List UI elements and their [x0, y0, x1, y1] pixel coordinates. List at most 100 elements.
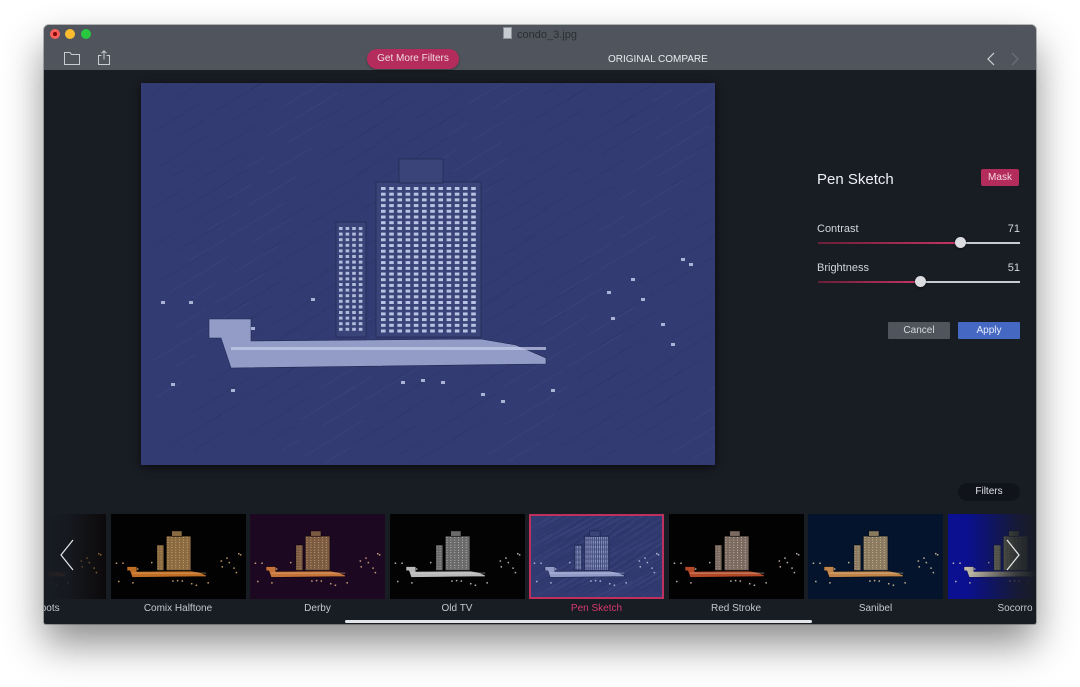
- preview-mark: [352, 260, 356, 264]
- preview-mark: [381, 226, 386, 230]
- preview-mark: [430, 232, 435, 236]
- tab-original[interactable]: ORIGINAL: [608, 54, 656, 66]
- slider-fill: [818, 281, 922, 283]
- chevron-left-icon[interactable]: [986, 52, 996, 66]
- thumbnail-mark: [879, 559, 881, 561]
- thumbnail-mark: [847, 561, 850, 564]
- preview-mark: [454, 266, 460, 270]
- thumbnail-mark: [589, 530, 601, 537]
- thumbnail-mark: [1023, 559, 1025, 561]
- preview-mark: [345, 311, 350, 314]
- thumbnail-mark: [879, 565, 881, 566]
- preview-mark: [397, 204, 402, 208]
- thumbnail-mark: [585, 543, 587, 545]
- thumbnail-mark: [174, 542, 176, 543]
- chevron-right-icon[interactable]: [1006, 539, 1020, 571]
- thumbnail-mark: [318, 565, 320, 566]
- chevron-right-icon[interactable]: [1010, 52, 1020, 66]
- thumbnail-mark: [600, 547, 602, 548]
- filters-button[interactable]: Filters: [958, 483, 1020, 501]
- strip-scrollbar[interactable]: [345, 620, 812, 623]
- thumbnail-mark: [1023, 547, 1025, 548]
- thumbnail-mark: [732, 559, 734, 561]
- thumbnail-mark: [1015, 537, 1017, 538]
- thumbnail-mark: [445, 559, 448, 561]
- mask-button[interactable]: Mask: [981, 169, 1019, 186]
- thumbnail-mark: [585, 563, 587, 565]
- thumbnail-mark: [436, 553, 437, 555]
- thumbnail-mark: [740, 549, 742, 551]
- thumbnail-mark: [589, 565, 591, 566]
- preview-mark: [463, 249, 468, 253]
- slider-thumb[interactable]: [915, 276, 927, 287]
- thumbnail-mark: [449, 559, 451, 561]
- thumbnail-mark: [465, 562, 467, 564]
- thumbnail-mark: [449, 567, 451, 569]
- thumbnail-mark: [879, 562, 881, 564]
- thumbnail-mark: [854, 560, 856, 562]
- preview-mark: [358, 277, 363, 281]
- preview-mark: [422, 221, 427, 225]
- tab-compare[interactable]: COMPARE: [658, 54, 708, 66]
- thumbnail-mark: [954, 580, 957, 583]
- brightness-slider[interactable]: [818, 276, 1020, 288]
- thumbnail-mark: [577, 563, 578, 565]
- thumbnail-mark: [732, 542, 734, 543]
- thumbnail-mark: [728, 562, 730, 564]
- apply-button[interactable]: Apply: [958, 322, 1020, 339]
- thumbnail-mark: [606, 567, 608, 569]
- thumbnail-mark: [457, 549, 459, 551]
- thumbnail-mark: [606, 537, 608, 538]
- thumbnail-mark: [589, 559, 591, 561]
- thumbnail-mark: [166, 557, 169, 559]
- thumbnail-mark: [598, 549, 601, 551]
- thumbnail-mark: [602, 563, 604, 565]
- preview-mark: [389, 312, 394, 316]
- preview-mark: [381, 215, 386, 219]
- slider-thumb[interactable]: [955, 237, 967, 248]
- preview-mark: [430, 289, 435, 293]
- thumbnail-mark: [883, 552, 885, 554]
- share-icon[interactable]: [98, 50, 110, 65]
- chevron-left-icon[interactable]: [60, 539, 74, 571]
- thumbnail-mark: [1003, 552, 1006, 554]
- preview-mark: [463, 187, 468, 190]
- folder-icon[interactable]: [64, 51, 80, 65]
- preview-mark: [430, 295, 435, 299]
- thumbnail-mark: [997, 556, 999, 557]
- thumbnail-mark: [325, 547, 327, 548]
- thumbnail-mark: [575, 554, 577, 556]
- thumbnail-mark: [598, 559, 601, 561]
- preview-mark: [422, 329, 427, 333]
- thumbnail-mark: [575, 558, 577, 560]
- thumbnail-mark: [1023, 542, 1025, 543]
- thumbnail-mark: [595, 556, 597, 557]
- preview-mark: [438, 283, 443, 287]
- thumbnail-mark: [932, 571, 935, 574]
- thumbnail-mark: [600, 548, 602, 550]
- thumbnail-mark: [170, 565, 172, 566]
- preview-mark: [438, 215, 443, 219]
- thumbnail-mark: [606, 549, 608, 551]
- thumbnail-mark: [299, 565, 301, 567]
- thumbnail-mark: [595, 551, 597, 552]
- thumbnail-mark: [160, 560, 162, 562]
- thumbnail-mark: [744, 552, 746, 554]
- thumbnail-mark: [994, 558, 995, 560]
- thumbnail-mark: [166, 552, 169, 554]
- thumbnail-mark: [597, 565, 599, 566]
- thumbnail-mark: [306, 542, 308, 543]
- thumbnail-mark: [170, 557, 172, 559]
- thumbnail-mark: [604, 556, 606, 557]
- thumbnail-mark: [864, 539, 866, 541]
- filter-preview-image: [44, 514, 106, 599]
- thumbnail-mark: [724, 552, 727, 554]
- thumbnail-mark: [589, 538, 591, 540]
- contrast-slider[interactable]: [818, 237, 1020, 249]
- thumbnail-mark: [306, 557, 308, 559]
- cancel-button[interactable]: Cancel: [888, 322, 950, 339]
- preview-mark: [352, 243, 356, 247]
- preview-mark: [389, 232, 394, 236]
- get-more-filters-button[interactable]: Get More Filters: [367, 49, 459, 69]
- preview-mark: [661, 323, 665, 326]
